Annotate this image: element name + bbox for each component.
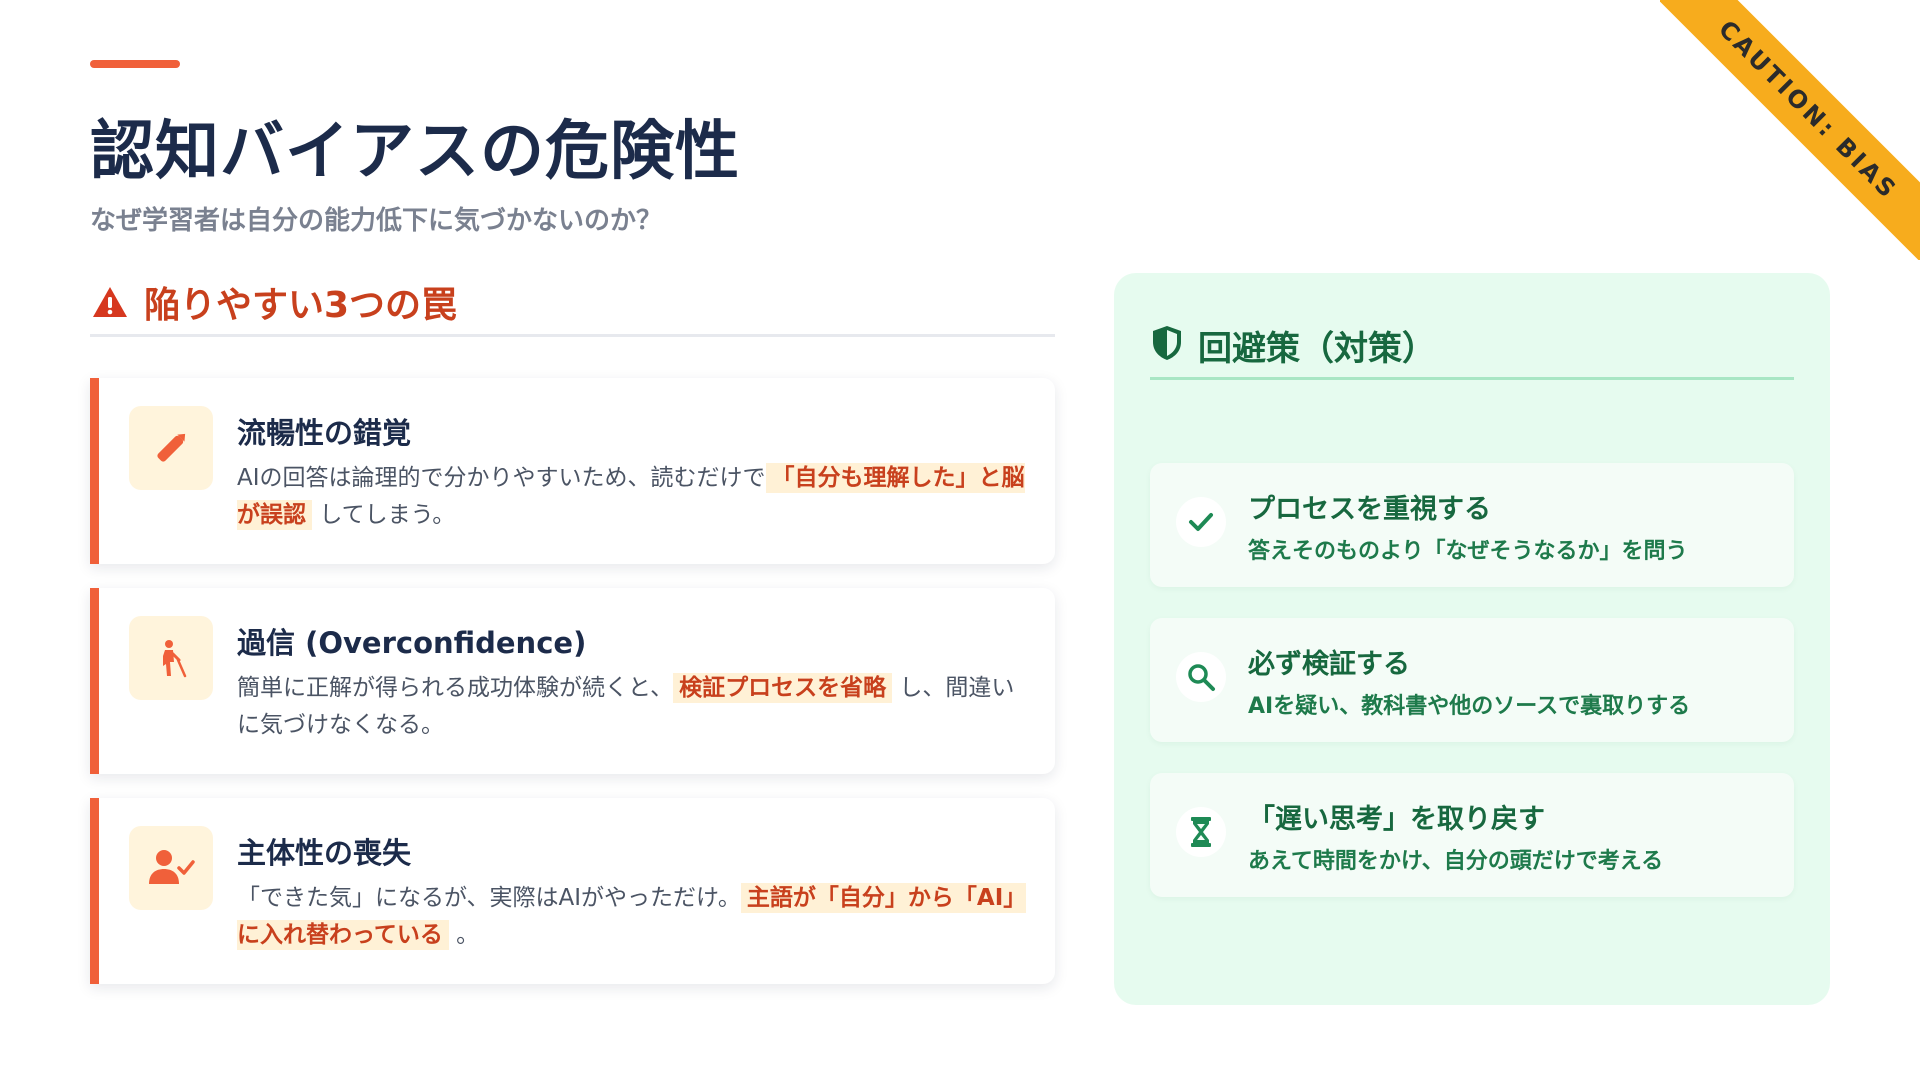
hourglass-icon	[1176, 807, 1226, 857]
traps-section: 陥りやすい3つの罠 流暢性の錯覚 AIの回答は論理的で分かりやすいため、読むだけ…	[90, 270, 1055, 984]
trap-text: AIの回答は論理的で分かりやすいため、読むだけで	[237, 465, 766, 491]
tip-title: 必ず検証する	[1248, 649, 1410, 680]
warning-triangle-icon	[90, 284, 130, 320]
trap-description: 簡単に正解が得られる成功体験が続くと、 検証プロセスを省略 し、間違いに気づけなく…	[237, 670, 1037, 744]
traps-heading: 陥りやすい3つの罠	[144, 285, 458, 326]
person-check-icon	[129, 826, 213, 910]
title-accent-bar	[90, 60, 180, 68]
pencil-icon	[129, 406, 213, 490]
page-subtitle: なぜ学習者は自分の能力低下に気づかないのか？	[90, 206, 663, 236]
trap-card-overconfidence: 過信 (Overconfidence) 簡単に正解が得られる成功体験が続くと、検…	[90, 588, 1055, 774]
check-icon	[1176, 497, 1226, 547]
trap-text: してしまう。	[319, 502, 456, 528]
tip-title: プロセスを重視する	[1248, 494, 1491, 525]
trap-card-loss-of-agency: 主体性の喪失 「できた気」になるが、実際はAIがやっただけ。 主語が「自分」から「…	[90, 798, 1055, 984]
tip-title: 「遅い思考」を取り戻す	[1248, 804, 1545, 835]
trap-description: 「できた気」になるが、実際はAIがやっただけ。 主語が「自分」から「AI」に入れ替…	[237, 880, 1037, 954]
shield-icon	[1150, 324, 1184, 366]
caution-ribbon-label: CAUTION: BIAS	[1660, 0, 1920, 260]
tip-process: プロセスを重視する 答えそのものより「なぜそうなるか」を問う	[1150, 463, 1794, 587]
trap-title: 流暢性の錯覚	[237, 416, 412, 450]
countermeasures-header: 回避策（対策）	[1150, 313, 1794, 380]
traps-header: 陥りやすい3つの罠	[90, 270, 1055, 337]
countermeasures-panel: 回避策（対策） プロセスを重視する 答えそのものより「なぜそうなるか」を問う 必…	[1114, 273, 1830, 1005]
trap-text: 。	[456, 922, 480, 948]
trap-title: 過信 (Overconfidence)	[237, 626, 587, 660]
countermeasures-heading: 回避策（対策）	[1198, 328, 1436, 369]
trap-text: 簡単に正解が得られる成功体験が続くと、	[237, 675, 674, 701]
tip-description: あえて時間をかけ、自分の頭だけで考える	[1248, 849, 1664, 874]
search-icon	[1176, 652, 1226, 702]
tip-verify: 必ず検証する AIを疑い、教科書や他のソースで裏取りする	[1150, 618, 1794, 742]
trap-highlight: 検証プロセスを省略	[673, 673, 893, 703]
trap-card-fluency: 流暢性の錯覚 AIの回答は論理的で分かりやすいため、読むだけで 「自分も理解した」…	[90, 378, 1055, 564]
caution-ribbon: CAUTION: BIAS	[1660, 0, 1920, 260]
tip-description: AIを疑い、教科書や他のソースで裏取りする	[1248, 694, 1691, 719]
tip-description: 答えそのものより「なぜそうなるか」を問う	[1248, 539, 1688, 564]
trap-text: 「できた気」になるが、実際はAIがやっただけ。	[237, 885, 741, 911]
trap-title: 主体性の喪失	[237, 836, 412, 870]
trap-description: AIの回答は論理的で分かりやすいため、読むだけで 「自分も理解した」と脳が誤認 し…	[237, 460, 1037, 534]
person-with-cane-icon	[129, 616, 213, 700]
tip-slow-thinking: 「遅い思考」を取り戻す あえて時間をかけ、自分の頭だけで考える	[1150, 773, 1794, 897]
page-title: 認知バイアスの危険性	[90, 115, 740, 189]
